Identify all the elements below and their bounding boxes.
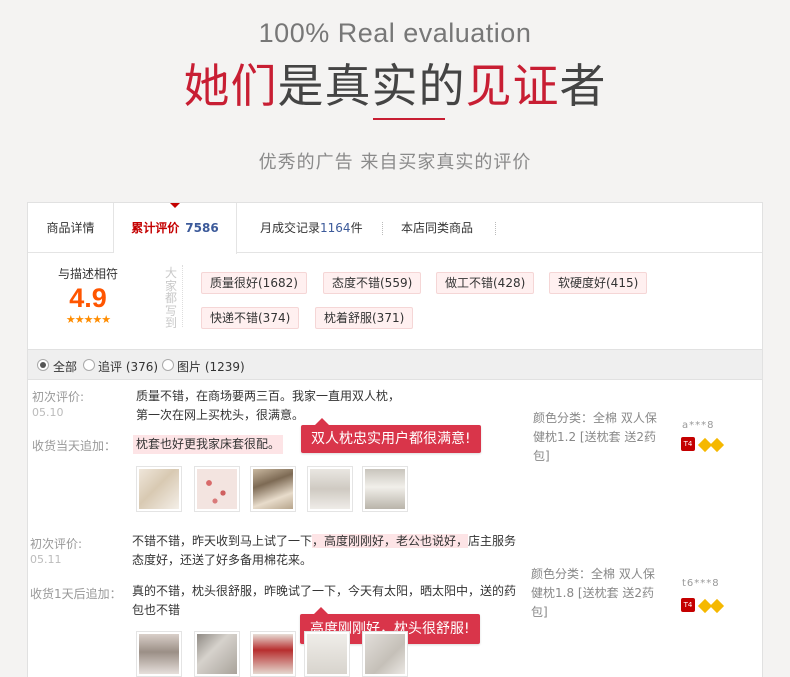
sku-info: 颜色分类：全棉 双人保健枕1.8 [送枕套 送2药包]: [531, 567, 655, 619]
tab-bar: 商品详情 累计评价 7586 月成交记录1164件 本店同类商品: [28, 203, 762, 254]
filter-followup-label[interactable]: 追评 (376): [98, 358, 158, 375]
tab-reviews-count: 7586: [185, 221, 219, 235]
radio-followup[interactable]: [83, 359, 95, 371]
callout-label: 双人枕忠实用户都很满意!: [301, 418, 481, 453]
diamond-icon: [709, 437, 725, 453]
tab-separator: [382, 222, 383, 235]
filter-all-label[interactable]: 全部: [53, 358, 77, 375]
radio-photos[interactable]: [162, 359, 174, 371]
hero-chinese-title: 她们是真实的见证者: [0, 58, 790, 114]
review-photo[interactable]: [194, 466, 240, 512]
impression-tag[interactable]: 做工不错(428): [436, 272, 535, 294]
rating-divider: [182, 265, 183, 327]
first-review-label: 初次评价:: [32, 390, 85, 404]
review-photo[interactable]: [250, 631, 296, 677]
rating-summary: 与描述相符 4.9 ★★★★★: [46, 265, 130, 326]
tab-reviews-label: 累计评价: [131, 221, 180, 235]
review-text-part: 不错不错，昨天收到马上试了一下: [132, 534, 313, 548]
tab-product-detail[interactable]: 商品详情: [28, 203, 114, 253]
tab-separator: [495, 222, 496, 235]
review-photo[interactable]: [136, 466, 182, 512]
review-photo[interactable]: [250, 466, 296, 512]
review-photo[interactable]: [362, 466, 408, 512]
tab-sales-unit: 件: [350, 221, 363, 235]
diamond-icon: [709, 598, 725, 614]
rating-label: 与描述相符: [57, 267, 118, 281]
review-photo[interactable]: [362, 631, 408, 677]
review-photo[interactable]: [304, 631, 350, 677]
review-date: 05.10: [32, 406, 64, 419]
tab-sales-count: 1164: [320, 221, 351, 235]
review-date: 05.11: [30, 553, 62, 566]
impression-tag[interactable]: 软硬度好(415): [549, 272, 648, 294]
followup-label: 收货1天后追加：: [30, 587, 122, 601]
impression-tag[interactable]: 质量很好(1682): [201, 272, 307, 294]
impression-tag[interactable]: 态度不错(559): [323, 272, 422, 294]
first-review-label: 初次评价:: [30, 537, 83, 551]
rating-score: 4.9: [69, 283, 107, 313]
tab-sales-record[interactable]: 月成交记录1164件: [260, 203, 363, 253]
hero-subtitle: 优秀的广告 来自买家真实的评价: [258, 152, 532, 173]
hero-divider: [373, 118, 445, 120]
impression-tag[interactable]: 快递不错(374): [201, 307, 300, 329]
star-icons: ★★★★★: [65, 313, 111, 326]
review-text-highlight: ，高度刚刚好，老公也说好，: [312, 534, 469, 548]
review-text: 不错不错，昨天收到马上试了一下，高度刚刚好，老公也说好，店主服务态度好，还送了好…: [132, 532, 526, 570]
review-panel: 商品详情 累计评价 7586 月成交记录1164件 本店同类商品 与描述相符 4.…: [27, 202, 763, 677]
hero-title-black-1: 是真实的: [277, 59, 466, 113]
hero-title-red-1: 她们: [183, 59, 278, 113]
review-text: 质量不错，在商场要两三百。我家一直用双人枕，第一次在网上买枕头，很满意。: [136, 389, 401, 422]
review-filter-bar: 全部 追评 (376) 图片 (1239): [28, 349, 762, 380]
tab-same-items[interactable]: 本店同类商品: [401, 203, 473, 253]
review-photo[interactable]: [136, 631, 182, 677]
tab-sales-label: 月成交记录: [260, 221, 321, 235]
username[interactable]: a***8: [682, 420, 715, 431]
hero-title-black-2: 者: [559, 59, 607, 113]
hero-title-red-2: 见证: [465, 59, 560, 113]
review-photo[interactable]: [307, 466, 353, 512]
tab-reviews[interactable]: 累计评价 7586: [114, 203, 237, 254]
radio-all[interactable]: [37, 359, 49, 371]
sku-info: 颜色分类：全棉 双人保健枕1.2 [送枕套 送2药包]: [533, 411, 657, 463]
buyer-level-icon: T4: [681, 598, 695, 612]
review-photo[interactable]: [194, 631, 240, 677]
hero-english-title: 100% Real evaluation: [258, 18, 532, 48]
impression-tag[interactable]: 枕着舒服(371): [315, 307, 414, 329]
followup-label: 收货当天追加：: [32, 439, 117, 453]
username[interactable]: t6***8: [682, 578, 720, 589]
followup-text: 枕套也好更我家床套很配。: [133, 435, 284, 454]
filter-photos-label[interactable]: 图片 (1239): [177, 358, 245, 375]
active-tab-arrow-icon: [170, 203, 180, 208]
everyone-wrote-label: 大家都写到: [164, 266, 177, 330]
buyer-level-icon: T4: [681, 437, 695, 451]
